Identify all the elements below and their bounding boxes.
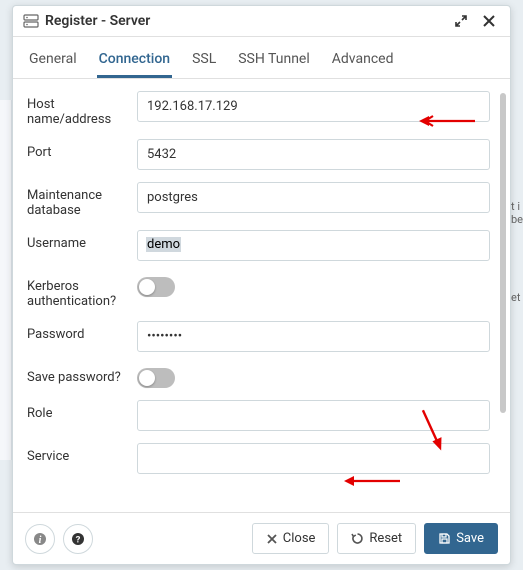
- save-button[interactable]: Save: [424, 523, 498, 554]
- reset-button[interactable]: Reset: [337, 523, 416, 554]
- host-input[interactable]: [137, 91, 490, 122]
- server-icon: [23, 14, 39, 28]
- form-area: Host name/address Port Maintenance datab…: [13, 79, 510, 512]
- password-label: Password: [27, 321, 127, 342]
- reset-icon: [351, 532, 364, 545]
- service-input[interactable]: [137, 443, 490, 474]
- register-server-dialog: Register - Server General Connection SSL…: [12, 5, 511, 565]
- tab-ssl[interactable]: SSL: [190, 45, 218, 78]
- save-label: Save: [456, 531, 484, 546]
- tab-advanced[interactable]: Advanced: [330, 45, 396, 78]
- save-password-label: Save password?: [27, 364, 127, 385]
- save-icon: [438, 532, 451, 545]
- password-input[interactable]: [137, 321, 490, 352]
- username-label: Username: [27, 230, 127, 251]
- save-password-toggle[interactable]: [137, 368, 175, 388]
- tab-connection[interactable]: Connection: [97, 45, 172, 78]
- role-input[interactable]: [137, 400, 490, 431]
- close-label: Close: [283, 531, 316, 546]
- scrollbar[interactable]: [500, 93, 506, 413]
- maintenance-db-input[interactable]: [137, 182, 490, 213]
- port-input[interactable]: [137, 139, 490, 170]
- help-button[interactable]: ?: [63, 524, 93, 554]
- svg-text:?: ?: [76, 534, 81, 545]
- port-label: Port: [27, 139, 127, 160]
- x-icon: [266, 533, 278, 545]
- dialog-footer: i ? Close Reset Save: [13, 512, 510, 564]
- kerberos-label: Kerberos authentication?: [27, 273, 127, 309]
- dialog-titlebar: Register - Server: [13, 6, 510, 37]
- info-button[interactable]: i: [25, 524, 55, 554]
- reset-label: Reset: [369, 531, 402, 546]
- dialog-title: Register - Server: [45, 13, 150, 29]
- tab-ssh-tunnel[interactable]: SSH Tunnel: [236, 45, 312, 78]
- annotation-arrow-icon: [342, 473, 402, 489]
- tab-bar: General Connection SSL SSH Tunnel Advanc…: [13, 37, 510, 79]
- svg-text:i: i: [39, 535, 42, 546]
- host-label: Host name/address: [27, 91, 127, 127]
- close-icon[interactable]: [478, 12, 500, 30]
- expand-icon[interactable]: [450, 12, 472, 30]
- username-input[interactable]: [137, 230, 490, 261]
- maintenance-db-label: Maintenance database: [27, 182, 127, 218]
- tab-general[interactable]: General: [27, 45, 79, 78]
- role-label: Role: [27, 400, 127, 421]
- kerberos-toggle[interactable]: [137, 277, 175, 297]
- service-label: Service: [27, 443, 127, 464]
- close-button[interactable]: Close: [252, 523, 330, 554]
